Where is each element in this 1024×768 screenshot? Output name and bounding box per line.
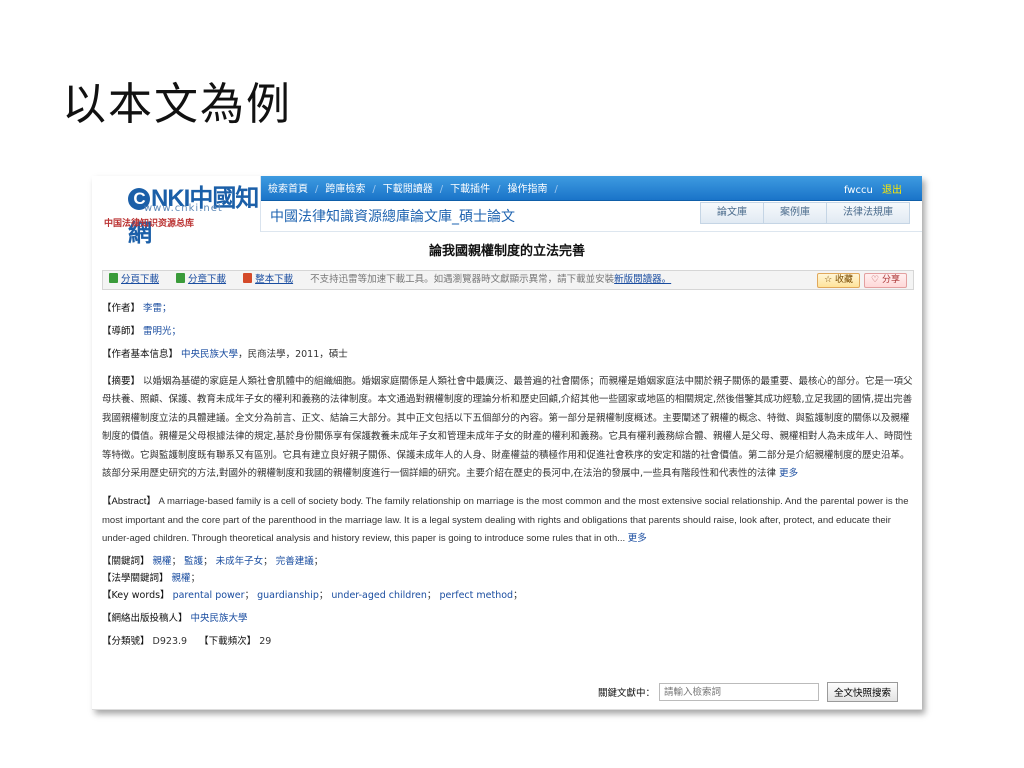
- school-link[interactable]: 中央民族大學: [181, 349, 238, 360]
- tab-thesis-library[interactable]: 論文庫: [700, 202, 764, 224]
- nav-item-guide[interactable]: 操作指南: [508, 184, 548, 195]
- publisher-link[interactable]: 中央民族大學: [191, 613, 248, 624]
- abstract-more-link[interactable]: 更多: [779, 468, 798, 479]
- download-note: 不支持迅雷等加速下載工具。如遇瀏覽器時文獻顯示異常，請下載並安裝新版閱讀器。: [310, 274, 672, 285]
- keywords-en-row: 【Key words】 parental power； guardianship…: [102, 589, 523, 601]
- nav-item-cross-search[interactable]: 跨庫檢索: [325, 184, 365, 195]
- keyword-link[interactable]: guardianship: [257, 590, 319, 601]
- cnki-screenshot: 檢索首頁 / 跨庫檢索 / 下載閱讀器 / 下載插件 / 操作指南 / fwccu 退出 C NKI…: [92, 176, 922, 710]
- search-input[interactable]: [658, 683, 819, 701]
- nav-item-download-reader[interactable]: 下載閱讀器: [383, 184, 433, 195]
- slide-title: 以本文為例: [62, 79, 292, 130]
- keyword-link[interactable]: 未成年子女: [216, 556, 264, 567]
- action-pills: ☆ 收藏 ♡ 分享: [817, 273, 907, 288]
- nav-separator: /: [439, 184, 444, 195]
- keyword-link[interactable]: 監護: [184, 556, 203, 567]
- pdf-icon: [243, 273, 253, 283]
- whole-download-link[interactable]: 整本下載: [255, 274, 293, 285]
- user-area: fwccu 退出: [844, 181, 902, 196]
- keyword-link[interactable]: 完善建議: [276, 556, 314, 567]
- abstract-en: 【Abstract】 A marriage-based family is a …: [102, 496, 909, 544]
- database-title: 中國法律知識資源總庫論文庫_碩士論文: [270, 209, 515, 225]
- username: fwccu: [843, 185, 873, 196]
- fulltext-search-button[interactable]: 全文快照搜索: [826, 682, 898, 702]
- keyword-link[interactable]: 親權: [172, 573, 191, 584]
- site-header: 檢索首頁 / 跨庫檢索 / 下載閱讀器 / 下載插件 / 操作指南 / fwccu 退出 C NKI…: [92, 176, 922, 247]
- download-icon: [109, 273, 118, 283]
- share-button[interactable]: ♡ 分享: [864, 273, 907, 288]
- nav-item-search-home[interactable]: 檢索首頁: [268, 184, 308, 195]
- author-info-row: 【作者基本信息】 中央民族大學，民商法學，2011，碩士: [102, 349, 348, 360]
- keywords-cn-row: 【關鍵詞】 親權； 監護； 未成年子女； 完善建議；: [102, 555, 324, 567]
- advisor-link[interactable]: 雷明光；: [143, 326, 181, 337]
- new-reader-link[interactable]: 新版閱讀器。: [614, 274, 671, 285]
- favorite-button[interactable]: ☆ 收藏: [817, 273, 861, 288]
- site-logo[interactable]: C NKI中國知網 www.cnki.net 中国法律知识资源总库: [92, 176, 261, 247]
- classification-row: 【分類號】 D923.9 【下載頻次】 29: [102, 635, 272, 647]
- nav-separator: /: [554, 184, 558, 195]
- advisor-row: 【導師】 雷明光；: [102, 326, 182, 337]
- tab-case-library[interactable]: 案例庫: [764, 202, 827, 224]
- bottom-divider: [92, 709, 922, 710]
- chapter-download-link[interactable]: 分章下載: [188, 274, 226, 285]
- nav-separator: /: [315, 184, 319, 195]
- logo-url: www.cnki.net: [144, 203, 223, 214]
- keywords-law-row: 【法學關鍵詞】 親權；: [102, 572, 201, 584]
- keyword-link[interactable]: parental power: [173, 590, 245, 601]
- nav-item-download-plugin[interactable]: 下載插件: [450, 184, 490, 195]
- logout-link[interactable]: 退出: [882, 185, 902, 196]
- tab-law-library[interactable]: 法律法規庫: [827, 202, 910, 224]
- keyword-link[interactable]: 親權: [153, 556, 172, 567]
- nav-separator: /: [372, 184, 376, 195]
- author-row: 【作者】 李雷；: [102, 303, 172, 314]
- logo-subtitle: 中国法律知识资源总库: [104, 219, 195, 229]
- download-icon: [176, 273, 186, 283]
- abstract-cn: 【摘要】 以婚姻為基礎的家庭是人類社會肌體中的組織細胞。婚姻家庭關係是人類社會中…: [102, 375, 913, 480]
- abstract-en-more-link[interactable]: 更多: [628, 533, 647, 544]
- search-label: 關鍵文獻中：: [597, 688, 655, 699]
- fulltext-search: 關鍵文獻中： 全文快照搜索: [598, 682, 898, 702]
- library-tabs: 論文庫 案例庫 法律法規庫: [700, 202, 910, 224]
- keyword-link[interactable]: perfect method: [439, 590, 513, 601]
- main-nav: 檢索首頁 / 跨庫檢索 / 下載閱讀器 / 下載插件 / 操作指南 /: [268, 180, 565, 195]
- publisher-row: 【網絡出版投稿人】 中央民族大學: [102, 612, 248, 624]
- author-link[interactable]: 李雷；: [143, 303, 172, 314]
- nav-separator: /: [497, 184, 501, 195]
- paper-details: 【作者】 李雷； 【導師】 雷明光； 【作者基本信息】 中央民族大學，民商法學，…: [102, 300, 914, 650]
- keyword-link[interactable]: under-aged children: [331, 590, 427, 601]
- download-bar: 分頁下載 分章下載 整本下載 不支持迅雷等加速下載工具。如遇瀏覽器時文獻顯示異常…: [102, 270, 914, 290]
- page-download-link[interactable]: 分頁下載: [121, 274, 159, 285]
